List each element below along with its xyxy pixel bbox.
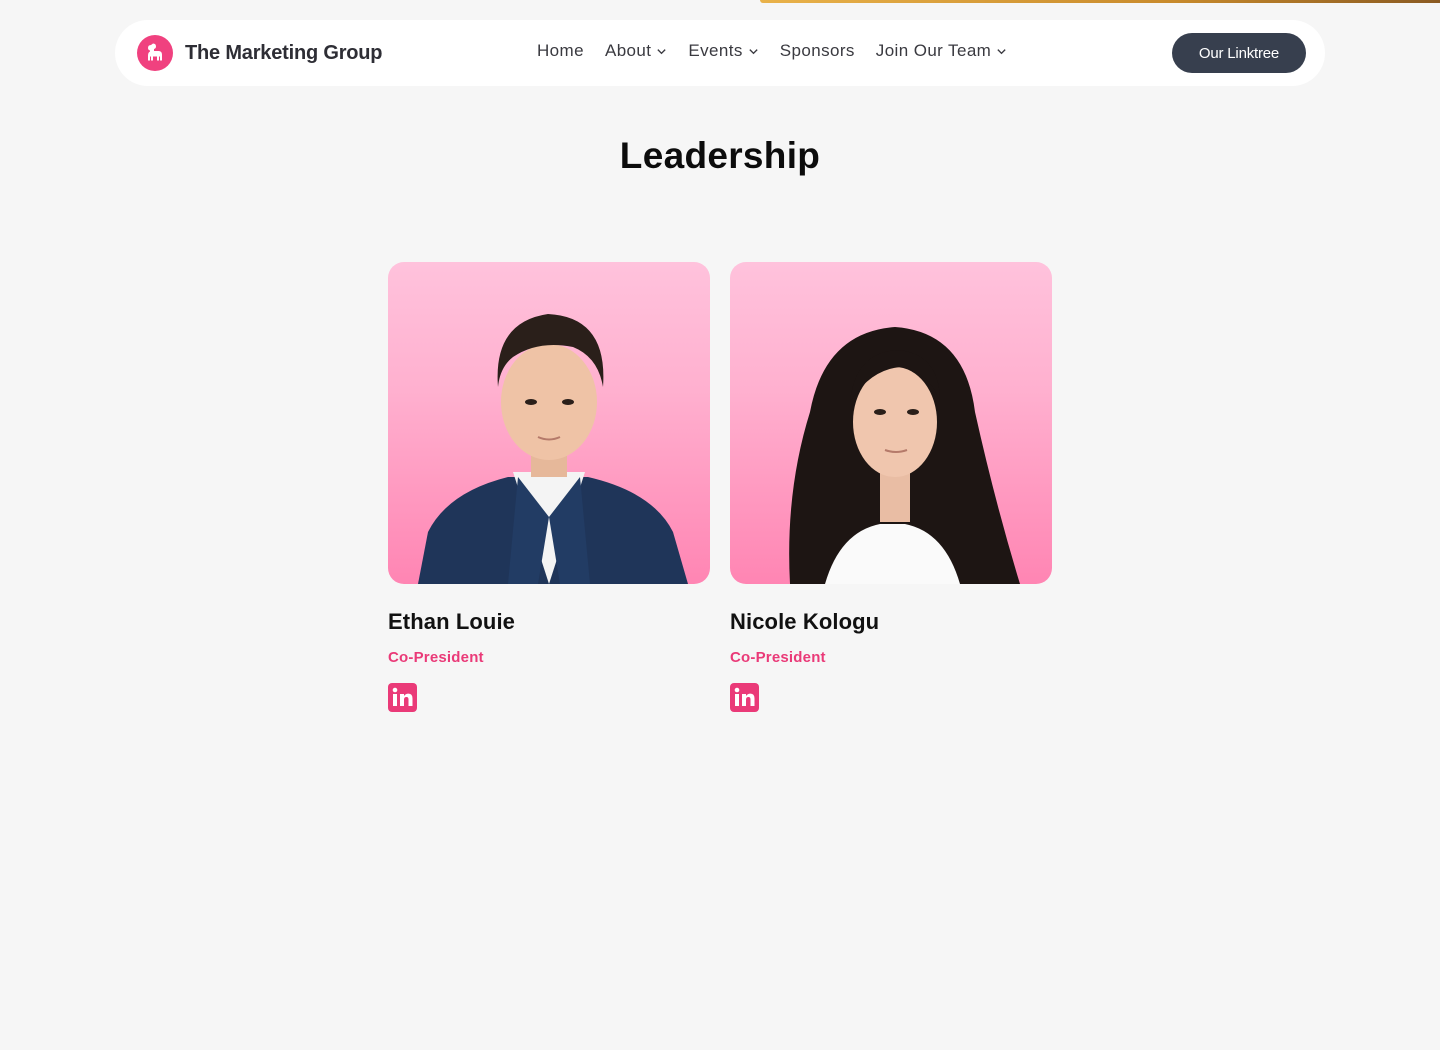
member-photo (388, 262, 710, 584)
nav-link-sponsors[interactable]: Sponsors (780, 41, 855, 61)
nav-link-home[interactable]: Home (537, 41, 584, 61)
nav-links: Home About Events Sponsors Join Our Team (537, 41, 1007, 61)
member-card: Nicole Kologu Co-President (730, 262, 1052, 712)
member-photo (730, 262, 1052, 584)
chevron-down-icon (749, 48, 758, 54)
member-name: Nicole Kologu (730, 609, 880, 634)
section-title: Leadership (619, 135, 821, 176)
brand[interactable]: The Marketing Group (137, 35, 383, 71)
nav-link-events[interactable]: Events (688, 41, 758, 61)
nav-link-label: About (604, 41, 652, 60)
brand-name: The Marketing Group (185, 41, 383, 64)
nav-link-label: Sponsors (779, 41, 855, 60)
navbar: The Marketing Group Home About Events Sp… (115, 20, 1325, 86)
member-role: Co-President (388, 649, 484, 666)
chevron-down-icon (997, 48, 1006, 54)
nav-link-join-our-team[interactable]: Join Our Team (876, 41, 1007, 61)
member-role: Co-President (730, 649, 826, 666)
linktree-button[interactable]: Our Linktree (1172, 33, 1306, 73)
lamb-logo-icon (137, 35, 173, 71)
nav-link-label: Events (688, 41, 743, 60)
nav-link-label: Join Our Team (875, 41, 992, 60)
nav-link-about[interactable]: About (605, 41, 667, 61)
member-name: Ethan Louie (388, 609, 515, 634)
header-image-strip (760, 0, 1440, 3)
linkedin-icon[interactable] (730, 683, 759, 712)
linkedin-icon[interactable] (388, 683, 417, 712)
nav-link-label: Home (537, 41, 584, 60)
chevron-down-icon (657, 48, 667, 54)
member-card: Ethan Louie Co-President (388, 262, 710, 712)
